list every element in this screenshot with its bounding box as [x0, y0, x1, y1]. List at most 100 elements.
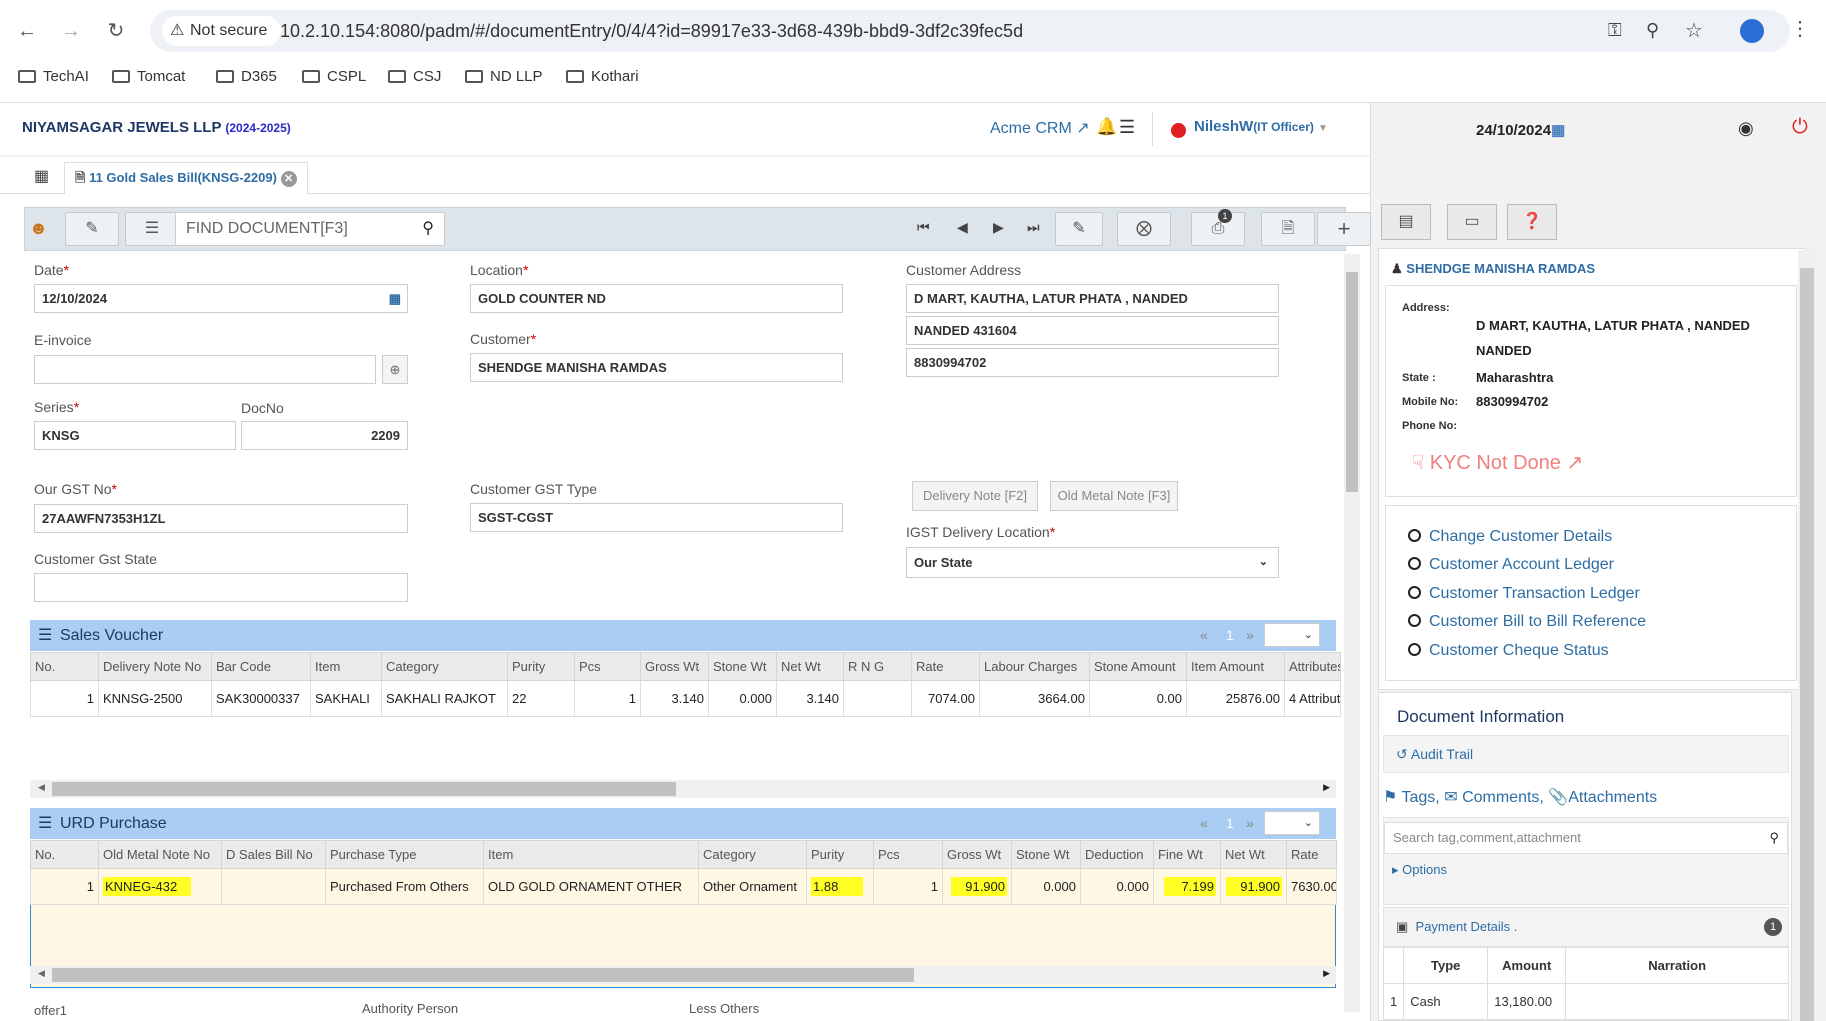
- col-header[interactable]: Pcs: [574, 652, 641, 681]
- profile-icon[interactable]: [1740, 19, 1764, 43]
- col-header[interactable]: D Sales Bill No: [221, 840, 326, 869]
- date-display[interactable]: 24/10/2024▦: [1476, 121, 1565, 139]
- cell[interactable]: 7074.00: [911, 680, 980, 717]
- menu-dots-icon[interactable]: ⋮: [1790, 16, 1810, 41]
- edit-button[interactable]: ✎: [1055, 212, 1103, 246]
- cell[interactable]: 3.140: [776, 680, 844, 717]
- prev-record-icon[interactable]: ◀: [957, 219, 968, 236]
- cust-gst-type-field[interactable]: SGST-CGST: [470, 503, 843, 532]
- prev-page-icon[interactable]: «: [1200, 808, 1208, 839]
- einvoice-field[interactable]: [34, 355, 376, 384]
- old-metal-note-button[interactable]: Old Metal Note [F3]: [1050, 481, 1178, 511]
- scroll-thumb[interactable]: [52, 968, 914, 982]
- cell[interactable]: 1.88: [806, 868, 874, 905]
- cell[interactable]: 0.000: [708, 680, 777, 717]
- eye-slash-icon[interactable]: ◉: [1738, 118, 1754, 139]
- scroll-left-icon[interactable]: ◀: [38, 968, 45, 979]
- cell[interactable]: 3664.00: [979, 680, 1090, 717]
- calendar-icon[interactable]: ▦: [389, 285, 401, 312]
- cell[interactable]: 7630.00: [1286, 868, 1337, 905]
- cell[interactable]: 3.140: [640, 680, 709, 717]
- cell[interactable]: Purchased From Others: [325, 868, 484, 905]
- table-row[interactable]: 1 KNNSG-2500 SAK30000337 SAKHALI SAKHALI RAJ…: [30, 680, 1341, 717]
- not-secure-chip[interactable]: ⚠ Not secure: [162, 16, 282, 46]
- audit-trail-link[interactable]: ↺ Audit Trail: [1396, 746, 1473, 763]
- col-header[interactable]: Labour Charges: [979, 652, 1090, 681]
- document-button[interactable]: 🗎: [1261, 212, 1315, 246]
- cell[interactable]: 0.000: [1011, 868, 1081, 905]
- bookmark-tomcat[interactable]: Tomcat: [112, 68, 185, 85]
- print-button[interactable]: ⎙ 1: [1191, 209, 1245, 246]
- col-header[interactable]: Stone Wt: [708, 652, 777, 681]
- address-line3[interactable]: 8830994702: [906, 348, 1279, 377]
- payment-header[interactable]: ▣ Payment Details . 1: [1383, 907, 1789, 947]
- users-icon[interactable]: ☻: [29, 218, 48, 239]
- sales-voucher-hscroll[interactable]: ◀ ▶: [30, 780, 1336, 798]
- gst-field[interactable]: 27AAWFN7353H1ZL: [34, 504, 408, 533]
- col-header[interactable]: Rate: [911, 652, 980, 681]
- cell[interactable]: SAK30000337: [211, 680, 311, 717]
- col-header[interactable]: Item: [483, 840, 699, 869]
- col-header[interactable]: Net Wt: [1220, 840, 1287, 869]
- tags-link[interactable]: ⚑ Tags,: [1383, 789, 1440, 806]
- comments-link[interactable]: ✉ Comments,: [1444, 789, 1544, 806]
- table-row[interactable]: 1 KNNEG-432 Purchased From Others OLD GO…: [30, 868, 1337, 905]
- col-header[interactable]: Rate: [1286, 840, 1337, 869]
- back-icon[interactable]: ←: [14, 18, 40, 44]
- col-header[interactable]: Net Wt: [776, 652, 844, 681]
- location-field[interactable]: GOLD COUNTER ND: [470, 284, 843, 313]
- col-header[interactable]: Purchase Type: [325, 840, 484, 869]
- cell[interactable]: 25876.00: [1186, 680, 1285, 717]
- add-button[interactable]: +: [1317, 212, 1371, 246]
- cell[interactable]: 1: [574, 680, 641, 717]
- col-header[interactable]: No.: [30, 652, 99, 681]
- cell[interactable]: 1: [873, 868, 943, 905]
- main-scroll-thumb[interactable]: [1346, 272, 1358, 492]
- bookmark-kothari[interactable]: Kothari: [566, 68, 639, 85]
- series-field[interactable]: KNSG: [34, 421, 236, 450]
- scroll-thumb[interactable]: [52, 782, 676, 796]
- panel-tab-help[interactable]: ❓: [1507, 204, 1557, 240]
- tab-gold-sales-bill[interactable]: 🗎 11 Gold Sales Bill(KNSG-2209) ✕: [64, 162, 308, 194]
- url-text[interactable]: 10.2.10.154:8080/padm/#/documentEntry/0/…: [280, 10, 1023, 52]
- col-header[interactable]: Fine Wt: [1153, 840, 1221, 869]
- zoom-icon[interactable]: ⚲: [1646, 20, 1659, 41]
- link-account-ledger[interactable]: Customer Account Ledger: [1408, 556, 1614, 574]
- col-header[interactable]: Gross Wt: [942, 840, 1012, 869]
- next-page-icon[interactable]: »: [1246, 620, 1254, 651]
- options-toggle[interactable]: ▸ Options: [1392, 862, 1447, 878]
- col-header[interactable]: Category: [381, 652, 508, 681]
- cust-gst-state-field[interactable]: [34, 573, 408, 602]
- col-header[interactable]: Old Metal Note No: [98, 840, 222, 869]
- edit-note-button[interactable]: ✎: [65, 212, 119, 246]
- cell[interactable]: OLD GOLD ORNAMENT OTHER: [483, 868, 699, 905]
- col-header[interactable]: R N G: [843, 652, 912, 681]
- cell[interactable]: KNNEG-432: [98, 868, 222, 905]
- link-cheque-status[interactable]: Customer Cheque Status: [1408, 642, 1609, 660]
- search-icon[interactable]: ⚲: [1769, 823, 1779, 853]
- list-button[interactable]: ☰: [125, 212, 179, 246]
- col-header[interactable]: Deduction: [1080, 840, 1154, 869]
- cell[interactable]: 91.900: [942, 868, 1012, 905]
- find-document-input[interactable]: FIND DOCUMENT[F3] ⚲: [175, 212, 445, 246]
- link-change-customer[interactable]: Change Customer Details: [1408, 528, 1612, 546]
- cell[interactable]: 4 Attributes: [1284, 680, 1341, 717]
- crm-link[interactable]: Acme CRM ↗: [990, 118, 1090, 138]
- col-header[interactable]: Bar Code: [211, 652, 311, 681]
- panel-tab-book[interactable]: ▭: [1447, 204, 1497, 240]
- scroll-right-icon[interactable]: ▶: [1323, 968, 1330, 979]
- reload-icon[interactable]: ↻: [103, 18, 129, 44]
- cell[interactable]: 91.900: [1220, 868, 1287, 905]
- grid-menu-icon[interactable]: ▦: [34, 166, 49, 186]
- first-record-icon[interactable]: ⏮: [917, 219, 930, 236]
- address-line2[interactable]: NANDED 431604: [906, 316, 1279, 345]
- forward-icon[interactable]: →: [58, 18, 84, 44]
- cell[interactable]: Other Ornament: [698, 868, 807, 905]
- link-bill-reference[interactable]: Customer Bill to Bill Reference: [1408, 613, 1646, 631]
- cell[interactable]: 0.00: [1089, 680, 1187, 717]
- bookmark-d365[interactable]: D365: [216, 68, 277, 85]
- audit-trail-row[interactable]: ↺ Audit Trail: [1383, 735, 1789, 773]
- key-icon[interactable]: ⚿: [1608, 20, 1622, 41]
- panel-scroll-thumb[interactable]: [1800, 268, 1814, 1021]
- close-tab-icon[interactable]: ✕: [280, 171, 297, 187]
